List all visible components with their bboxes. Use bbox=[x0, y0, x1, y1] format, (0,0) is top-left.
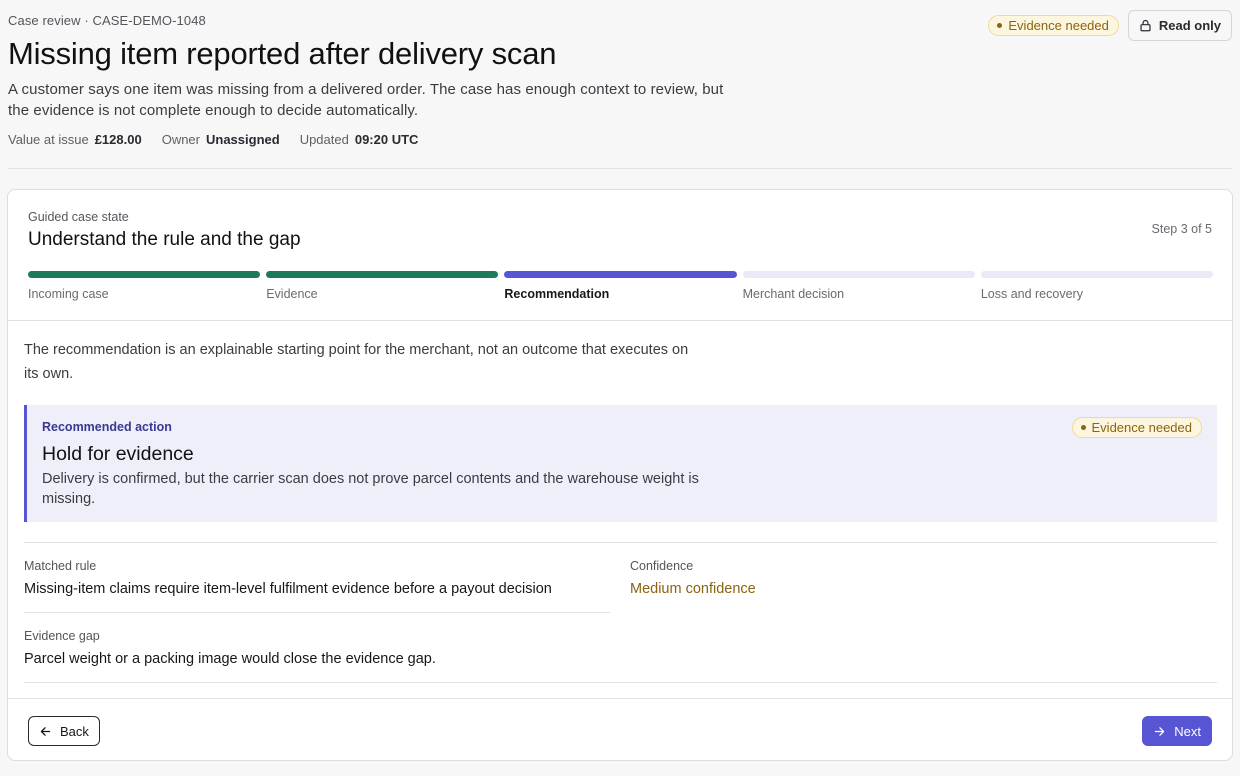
progress-step-bar bbox=[28, 271, 261, 278]
recommended-action-description: Delivery is confirmed, but the carrier s… bbox=[42, 471, 699, 507]
case-card: Guided case state Understand the rule an… bbox=[7, 189, 1233, 761]
arrow-right-icon bbox=[1153, 725, 1166, 738]
case-header: Case review · CASE-DEMO-1048 Missing ite… bbox=[8, 0, 1232, 169]
meta-value-label: Value at issue bbox=[8, 132, 89, 147]
next-button[interactable]: Next bbox=[1142, 716, 1212, 746]
recommended-action-panel: Recommended action Hold for evidence Del… bbox=[24, 405, 1217, 522]
progress-step-label: Loss and recovery bbox=[980, 287, 1083, 301]
matched-rule: Matched rule Missing-item claims require… bbox=[24, 543, 610, 613]
progress-step-label: Merchant decision bbox=[742, 287, 845, 301]
read-only-button[interactable]: Read only bbox=[1127, 10, 1232, 41]
evidence-gap: Evidence gap Parcel weight or a packing … bbox=[24, 613, 1217, 683]
meta-updated-label: Updated bbox=[299, 132, 349, 147]
meta-value-amount: £128.00 bbox=[94, 132, 142, 147]
meta-owner-value: Unassigned bbox=[206, 132, 280, 147]
progress-step-1: Incoming case bbox=[28, 271, 261, 301]
status-dot-icon bbox=[997, 23, 1003, 28]
recommended-action-title: Hold for evidence bbox=[42, 443, 194, 465]
header-divider bbox=[8, 168, 1232, 169]
step-counter: Step 3 of 5 bbox=[1151, 222, 1212, 236]
evidence-gap-label: Evidence gap bbox=[24, 629, 100, 643]
evidence-gap-value: Parcel weight or a packing image would c… bbox=[24, 651, 436, 667]
meta-updated: Updated 09:20 UTC bbox=[300, 132, 419, 147]
meta-updated-value: 09:20 UTC bbox=[354, 132, 419, 147]
guided-case-state: Guided case state Understand the rule an… bbox=[8, 190, 1232, 321]
status-badge: Evidence needed bbox=[988, 15, 1119, 36]
read-only-label: Read only bbox=[1158, 18, 1221, 33]
matched-rule-value: Missing-item claims require item-level f… bbox=[24, 581, 552, 597]
status-dot-icon bbox=[1080, 425, 1086, 430]
progress-step-label: Recommendation bbox=[504, 287, 610, 301]
meta-owner-label: Owner bbox=[161, 132, 200, 147]
confidence: Confidence Medium confidence bbox=[630, 543, 1217, 613]
meta-owner: Owner Unassigned bbox=[162, 132, 280, 147]
recommendation-intro: The recommendation is an explainable sta… bbox=[24, 342, 689, 382]
meta-value: Value at issue £128.00 bbox=[8, 132, 142, 147]
status-badge-label: Evidence needed bbox=[1008, 18, 1109, 33]
progress-steps: Incoming case Evidence Recommendation Merch… bbox=[28, 271, 1214, 301]
back-button[interactable]: Back bbox=[28, 716, 100, 746]
lock-icon bbox=[1139, 19, 1152, 32]
progress-step-bar bbox=[980, 271, 1214, 278]
recommendation-badge-label: Evidence needed bbox=[1091, 420, 1192, 435]
guided-title: Understand the rule and the gap bbox=[28, 229, 301, 250]
recommended-action-label: Recommended action bbox=[42, 420, 172, 434]
progress-step-label: Evidence bbox=[266, 287, 318, 301]
case-meta: Value at issue £128.00 Owner Unassigned Up… bbox=[8, 132, 418, 147]
breadcrumb: Case review · CASE-DEMO-1048 bbox=[8, 13, 206, 28]
confidence-value: Medium confidence bbox=[630, 581, 756, 597]
progress-step-bar bbox=[266, 271, 499, 278]
recommendation-status-badge: Evidence needed bbox=[1071, 417, 1202, 438]
case-description: A customer says one item was missing fro… bbox=[8, 81, 724, 119]
progress-step-label: Incoming case bbox=[28, 287, 109, 301]
progress-step-4: Merchant decision bbox=[742, 271, 975, 301]
next-button-label: Next bbox=[1174, 723, 1201, 739]
progress-step-bar bbox=[742, 271, 975, 278]
arrow-left-icon bbox=[39, 725, 52, 738]
card-footer: Back Next bbox=[8, 698, 1232, 760]
progress-step-2: Evidence bbox=[266, 271, 499, 301]
confidence-label: Confidence bbox=[630, 559, 694, 573]
guided-label: Guided case state bbox=[28, 210, 129, 224]
matched-rule-label: Matched rule bbox=[24, 559, 97, 573]
rule-details: Matched rule Missing-item claims require… bbox=[24, 542, 1217, 683]
progress-step-3: Recommendation bbox=[504, 271, 737, 301]
back-button-label: Back bbox=[60, 723, 89, 739]
progress-step-5: Loss and recovery bbox=[980, 271, 1214, 301]
progress-step-bar bbox=[504, 271, 737, 278]
header-actions: Evidence needed Read only bbox=[988, 10, 1232, 41]
page-title: Missing item reported after delivery sca… bbox=[8, 36, 557, 71]
